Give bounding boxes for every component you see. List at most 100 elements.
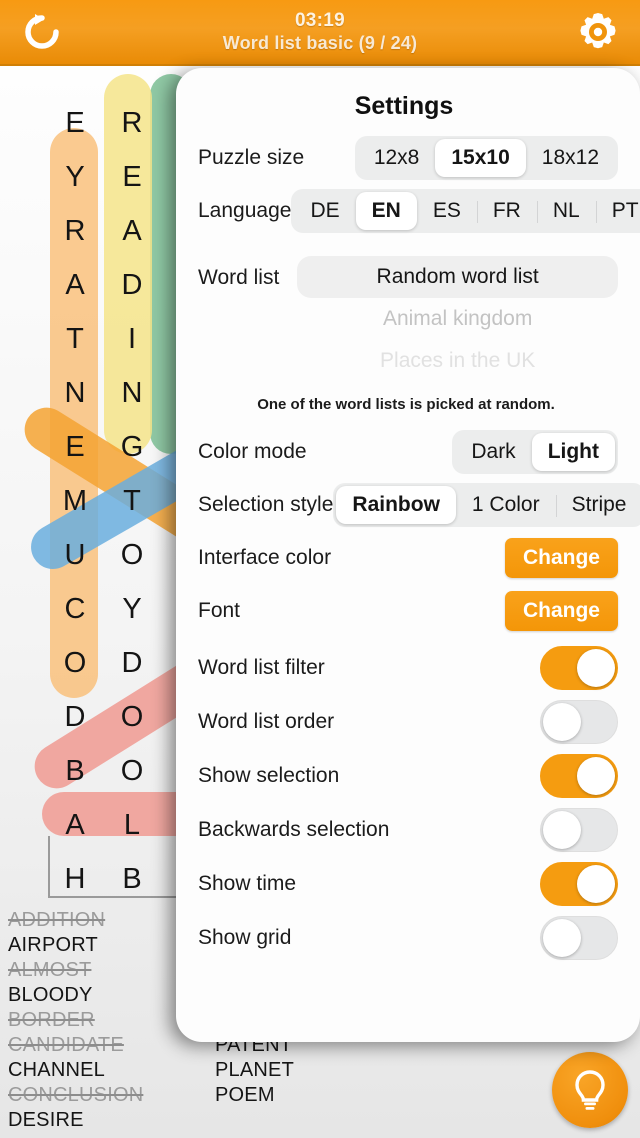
interface-color-row: Interface color Change xyxy=(198,535,618,581)
grid-cell[interactable]: M xyxy=(48,474,102,528)
refresh-icon xyxy=(25,14,59,49)
interface-color-change-button[interactable]: Change xyxy=(504,538,618,578)
toggle-knob xyxy=(543,919,581,957)
settings-button[interactable] xyxy=(556,0,640,65)
word-item[interactable]: ALMOST xyxy=(8,958,143,983)
color-mode-option-dark[interactable]: Dark xyxy=(455,433,531,471)
backwards-selection-toggle[interactable] xyxy=(540,808,618,852)
grid-cell[interactable]: T xyxy=(105,474,159,528)
word-item[interactable]: BLOODY xyxy=(8,983,143,1008)
language-option-fr[interactable]: FR xyxy=(476,192,537,230)
toggle-knob xyxy=(543,703,581,741)
grid-cell[interactable]: G xyxy=(105,420,159,474)
grid-cell[interactable]: O xyxy=(105,690,159,744)
show-selection-toggle[interactable] xyxy=(540,754,618,798)
dialog-title: Settings xyxy=(354,92,454,120)
word-list-picker[interactable]: Random word list Animal kingdom Places i… xyxy=(297,256,618,382)
language-option-nl[interactable]: NL xyxy=(536,192,596,230)
show-selection-label: Show selection xyxy=(198,764,340,787)
grid-cell[interactable]: N xyxy=(48,366,102,420)
show-time-toggle[interactable] xyxy=(540,862,618,906)
puzzle-size-segmented-control: 12x8 15x10 18x12 xyxy=(354,136,618,180)
backwards-selection-label: Backwards selection xyxy=(198,818,390,841)
language-row: Language DE EN ES FR NL PT xyxy=(198,188,640,234)
language-option-pt[interactable]: PT xyxy=(595,192,640,230)
font-row: Font Change xyxy=(198,588,618,634)
grid-cell[interactable]: R xyxy=(105,96,159,150)
word-list-order-toggle[interactable] xyxy=(540,700,618,744)
word-list-note: One of the word lists is picked at rando… xyxy=(257,396,555,413)
puzzle-size-option-12x8[interactable]: 12x8 xyxy=(358,139,436,177)
grid-cell[interactable]: C xyxy=(48,582,102,636)
puzzle-size-option-15x10[interactable]: 15x10 xyxy=(435,139,526,177)
grid-cell[interactable]: O xyxy=(105,528,159,582)
word-item[interactable]: AIRPORT xyxy=(8,933,143,958)
color-mode-segmented-control: Dark Light xyxy=(452,430,618,474)
word-item[interactable]: CHANNEL xyxy=(8,1058,143,1083)
show-time-row: Show time xyxy=(198,857,618,911)
grid-cell[interactable]: N xyxy=(105,366,159,420)
puzzle-size-option-18x12[interactable]: 18x12 xyxy=(526,139,615,177)
word-list-column-1: ADDITION AIRPORT ALMOST BLOODY BORDER CA… xyxy=(8,908,143,1133)
grid-cell[interactable]: E xyxy=(48,96,102,150)
language-option-es[interactable]: ES xyxy=(417,192,477,230)
show-grid-label: Show grid xyxy=(198,926,292,949)
word-item[interactable]: BORDER xyxy=(8,1008,143,1033)
word-list-order-row: Word list order xyxy=(198,695,618,749)
show-time-label: Show time xyxy=(198,872,297,895)
language-segmented-control: DE EN ES FR NL PT xyxy=(291,189,640,233)
gear-icon xyxy=(580,13,616,49)
word-list-label: Word list xyxy=(198,266,280,289)
word-item[interactable]: DESIRE xyxy=(8,1108,143,1133)
toggle-knob xyxy=(577,649,615,687)
word-list-row: Word list Random word list Animal kingdo… xyxy=(198,256,618,382)
word-item[interactable]: CANDIDATE xyxy=(8,1033,143,1058)
grid-cell[interactable]: Y xyxy=(48,150,102,204)
show-grid-row: Show grid xyxy=(198,911,618,965)
grid-cell[interactable]: T xyxy=(48,312,102,366)
color-mode-row: Color mode Dark Light xyxy=(198,429,618,475)
selection-style-row: Selection style Rainbow 1 Color Stripe xyxy=(198,482,640,528)
timer-text: 03:19 xyxy=(294,10,346,31)
grid-cell[interactable]: D xyxy=(48,690,102,744)
grid-cell[interactable]: E xyxy=(105,150,159,204)
grid-cell[interactable]: E xyxy=(48,420,102,474)
color-mode-option-light[interactable]: Light xyxy=(531,433,615,471)
grid-cell[interactable]: R xyxy=(48,204,102,258)
language-option-en[interactable]: EN xyxy=(355,192,417,230)
word-item[interactable]: ADDITION xyxy=(8,908,143,933)
top-bar: 03:19 Word list basic (9 / 24) xyxy=(0,0,640,66)
grid-cell[interactable]: D xyxy=(105,636,159,690)
grid-cell[interactable]: A xyxy=(48,258,102,312)
word-list-order-label: Word list order xyxy=(198,710,335,733)
hint-button[interactable] xyxy=(552,1052,628,1128)
grid-cell[interactable]: D xyxy=(105,258,159,312)
grid-cell[interactable]: U xyxy=(48,528,102,582)
selection-style-segmented-control: Rainbow 1 Color Stripe xyxy=(333,483,640,527)
selection-style-option-stripe[interactable]: Stripe xyxy=(555,486,640,524)
language-option-de[interactable]: DE xyxy=(294,192,355,230)
grid-cell[interactable]: A xyxy=(105,204,159,258)
font-change-button[interactable]: Change xyxy=(504,591,618,631)
selection-style-option-rainbow[interactable]: Rainbow xyxy=(336,486,456,524)
show-selection-row: Show selection xyxy=(198,749,618,803)
toggle-knob xyxy=(577,757,615,795)
selection-style-option-1color[interactable]: 1 Color xyxy=(456,486,556,524)
lightbulb-icon xyxy=(575,1070,605,1110)
word-item[interactable]: POEM xyxy=(215,1083,294,1108)
word-list-option-2[interactable]: Places in the UK xyxy=(297,340,618,382)
word-item[interactable]: CONCLUSION xyxy=(8,1083,143,1108)
word-item[interactable]: PLANET xyxy=(215,1058,294,1083)
show-grid-toggle[interactable] xyxy=(540,916,618,960)
restart-button[interactable] xyxy=(0,0,84,65)
word-list-selected-option[interactable]: Random word list xyxy=(297,256,618,298)
word-list-filter-toggle[interactable] xyxy=(540,646,618,690)
color-mode-label: Color mode xyxy=(198,440,307,463)
grid-cell[interactable]: Y xyxy=(105,582,159,636)
toggle-knob xyxy=(577,865,615,903)
grid-cell[interactable]: I xyxy=(105,312,159,366)
grid-cell[interactable]: B xyxy=(48,744,102,798)
grid-cell[interactable]: O xyxy=(48,636,102,690)
grid-cell[interactable]: O xyxy=(105,744,159,798)
word-list-option-1[interactable]: Animal kingdom xyxy=(297,298,618,340)
